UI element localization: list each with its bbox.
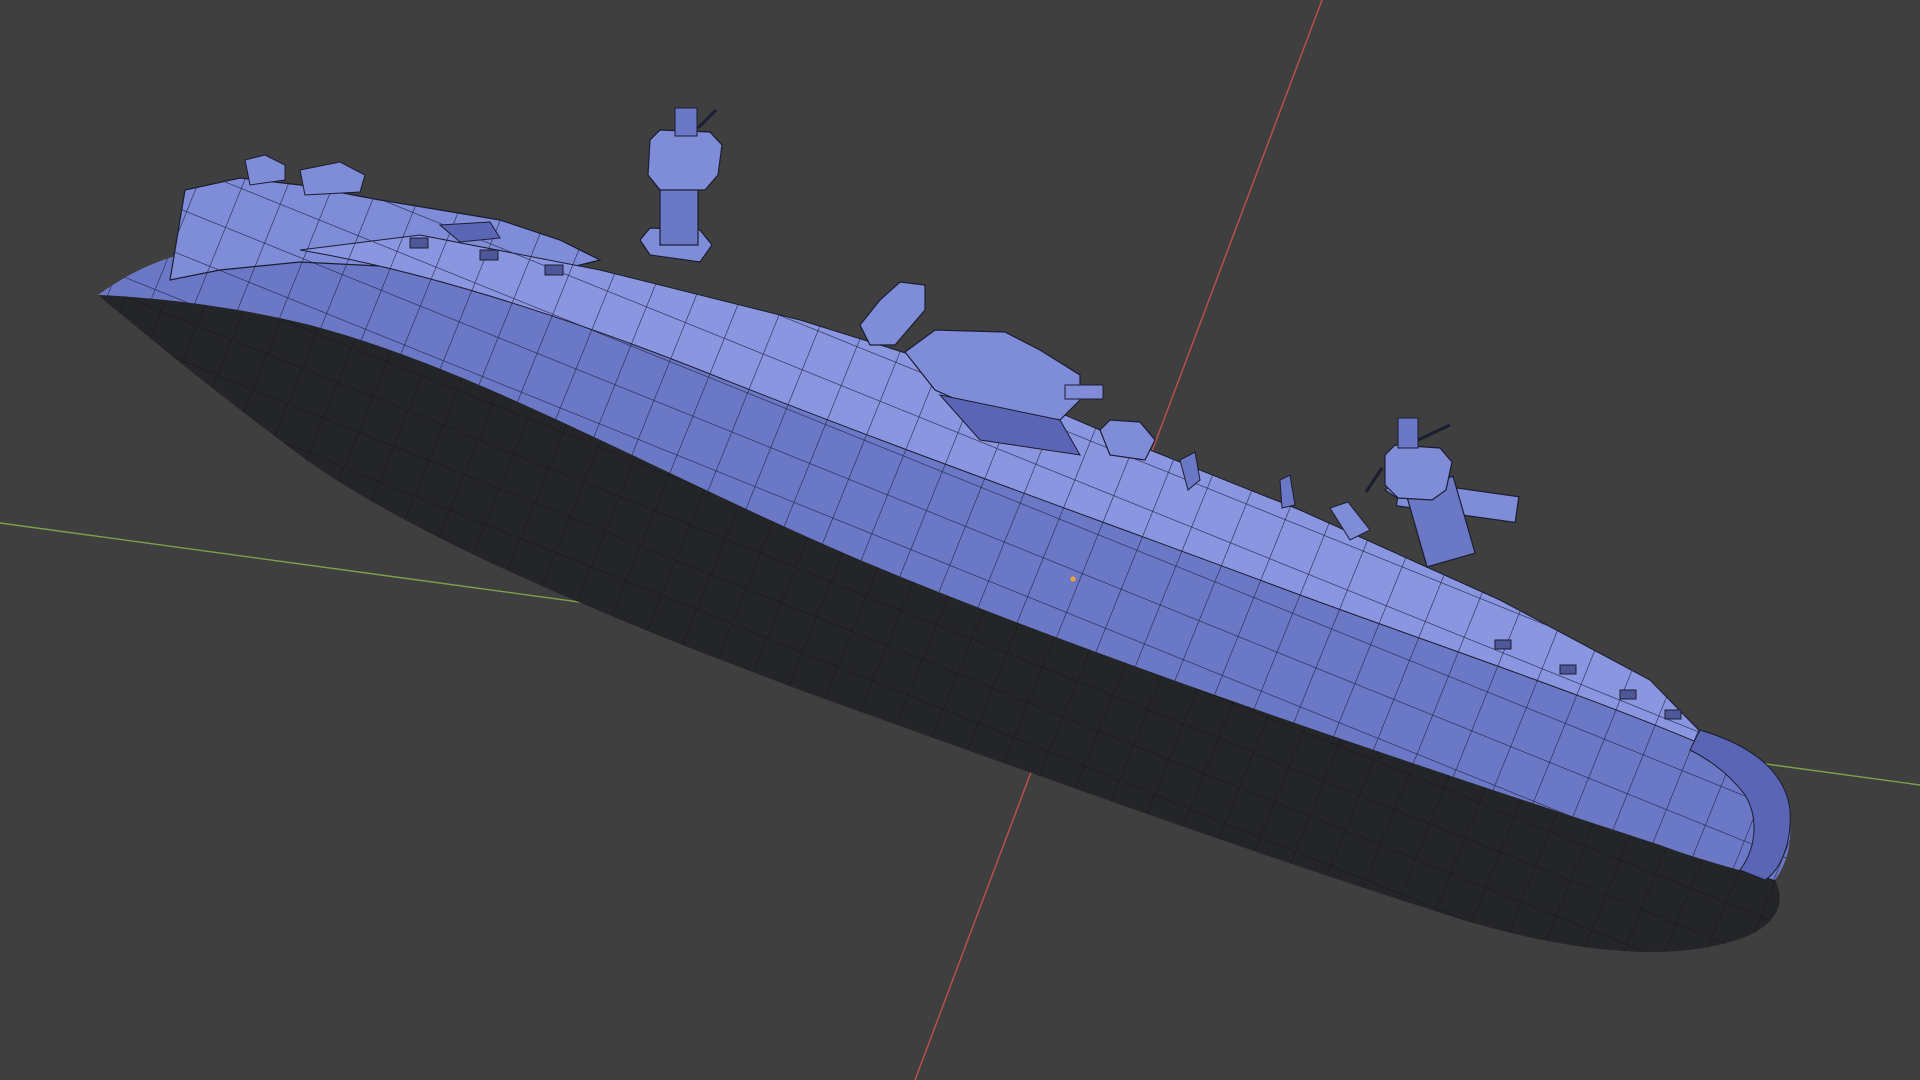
rear-funnel xyxy=(1364,417,1520,568)
object-origin-dot xyxy=(1070,576,1076,582)
front-funnel xyxy=(639,107,723,263)
ship-mesh[interactable] xyxy=(98,107,1791,952)
deck-cannon-1 xyxy=(859,281,926,346)
viewport-canvas[interactable] xyxy=(0,0,1920,1080)
3d-viewport[interactable] xyxy=(0,0,1920,1080)
